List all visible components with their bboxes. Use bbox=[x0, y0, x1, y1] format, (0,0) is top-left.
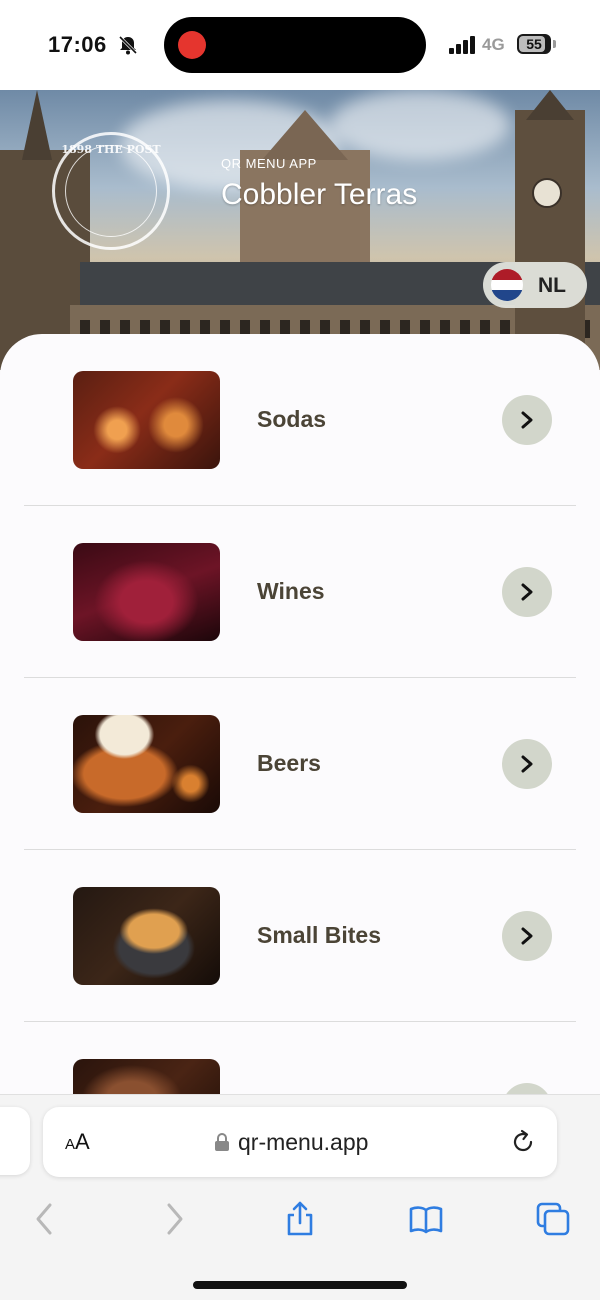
open-category-button[interactable] bbox=[502, 395, 552, 445]
beers-thumbnail bbox=[73, 715, 220, 813]
text-size-button[interactable]: AA bbox=[65, 1129, 90, 1155]
language-label: NL bbox=[538, 274, 566, 297]
open-category-button[interactable] bbox=[502, 739, 552, 789]
reload-icon[interactable] bbox=[510, 1129, 536, 1155]
chevron-right-icon bbox=[521, 927, 533, 945]
network-type: 4G bbox=[482, 35, 505, 54]
open-category-button[interactable] bbox=[502, 567, 552, 617]
status-bar: 17:06 4G 55 bbox=[0, 0, 600, 90]
menu-category-sodas[interactable]: Sodas bbox=[24, 334, 576, 506]
menu-item-label: Beers bbox=[257, 750, 321, 776]
menu-item-label: Wines bbox=[257, 578, 325, 604]
menu-category-wines[interactable]: Wines bbox=[24, 506, 576, 678]
bell-slash-icon bbox=[118, 35, 138, 55]
menu-category-beers[interactable]: Beers bbox=[24, 678, 576, 850]
status-time: 17:06 bbox=[48, 32, 107, 57]
browser-bottom-bar: AA qr-menu.app bbox=[0, 1094, 600, 1300]
previous-tab-peek[interactable] bbox=[0, 1107, 30, 1175]
open-category-button[interactable] bbox=[502, 1083, 552, 1094]
url-text: qr-menu.app bbox=[238, 1129, 369, 1155]
home-indicator bbox=[193, 1281, 407, 1289]
menu-item-label: Sodas bbox=[257, 406, 327, 432]
hero-banner: 1898 THE POST QR MENU APP Cobbler Terras… bbox=[0, 90, 600, 370]
battery-icon: 55 bbox=[517, 34, 551, 54]
brand-seal-logo: 1898 THE POST bbox=[52, 132, 170, 250]
back-icon[interactable] bbox=[26, 1201, 62, 1237]
hero-subtitle: QR MENU APP bbox=[221, 156, 317, 171]
battery-tip bbox=[553, 40, 556, 48]
chevron-right-icon bbox=[521, 583, 533, 601]
sodas-thumbnail bbox=[73, 371, 220, 469]
lock-icon bbox=[215, 1133, 229, 1151]
language-switch-button[interactable]: NL bbox=[483, 262, 587, 308]
menu-item-label: Small Bites bbox=[257, 922, 381, 948]
wines-thumbnail bbox=[73, 543, 220, 641]
netherlands-flag-icon bbox=[491, 269, 523, 301]
share-icon[interactable] bbox=[282, 1201, 318, 1237]
battery-level: 55 bbox=[526, 36, 542, 52]
recording-icon bbox=[178, 31, 206, 59]
menu-category-list: Sodas Wines Beers Small Bites bbox=[0, 334, 600, 1094]
bookmarks-icon[interactable] bbox=[408, 1201, 444, 1237]
menu-category-small-bites[interactable]: Small Bites bbox=[24, 850, 576, 1022]
small-bites-thumbnail bbox=[73, 887, 220, 985]
partial-thumbnail bbox=[73, 1059, 220, 1094]
tabs-icon[interactable] bbox=[535, 1201, 571, 1237]
chevron-right-icon bbox=[521, 755, 533, 773]
address-bar[interactable]: AA qr-menu.app bbox=[43, 1107, 557, 1177]
signal-bars-icon bbox=[449, 36, 475, 54]
forward-icon[interactable] bbox=[157, 1201, 193, 1237]
menu-category-partial[interactable] bbox=[24, 1022, 576, 1094]
open-category-button[interactable] bbox=[502, 911, 552, 961]
dynamic-island bbox=[164, 17, 426, 73]
chevron-right-icon bbox=[521, 411, 533, 429]
hero-title: Cobbler Terras bbox=[221, 178, 418, 211]
